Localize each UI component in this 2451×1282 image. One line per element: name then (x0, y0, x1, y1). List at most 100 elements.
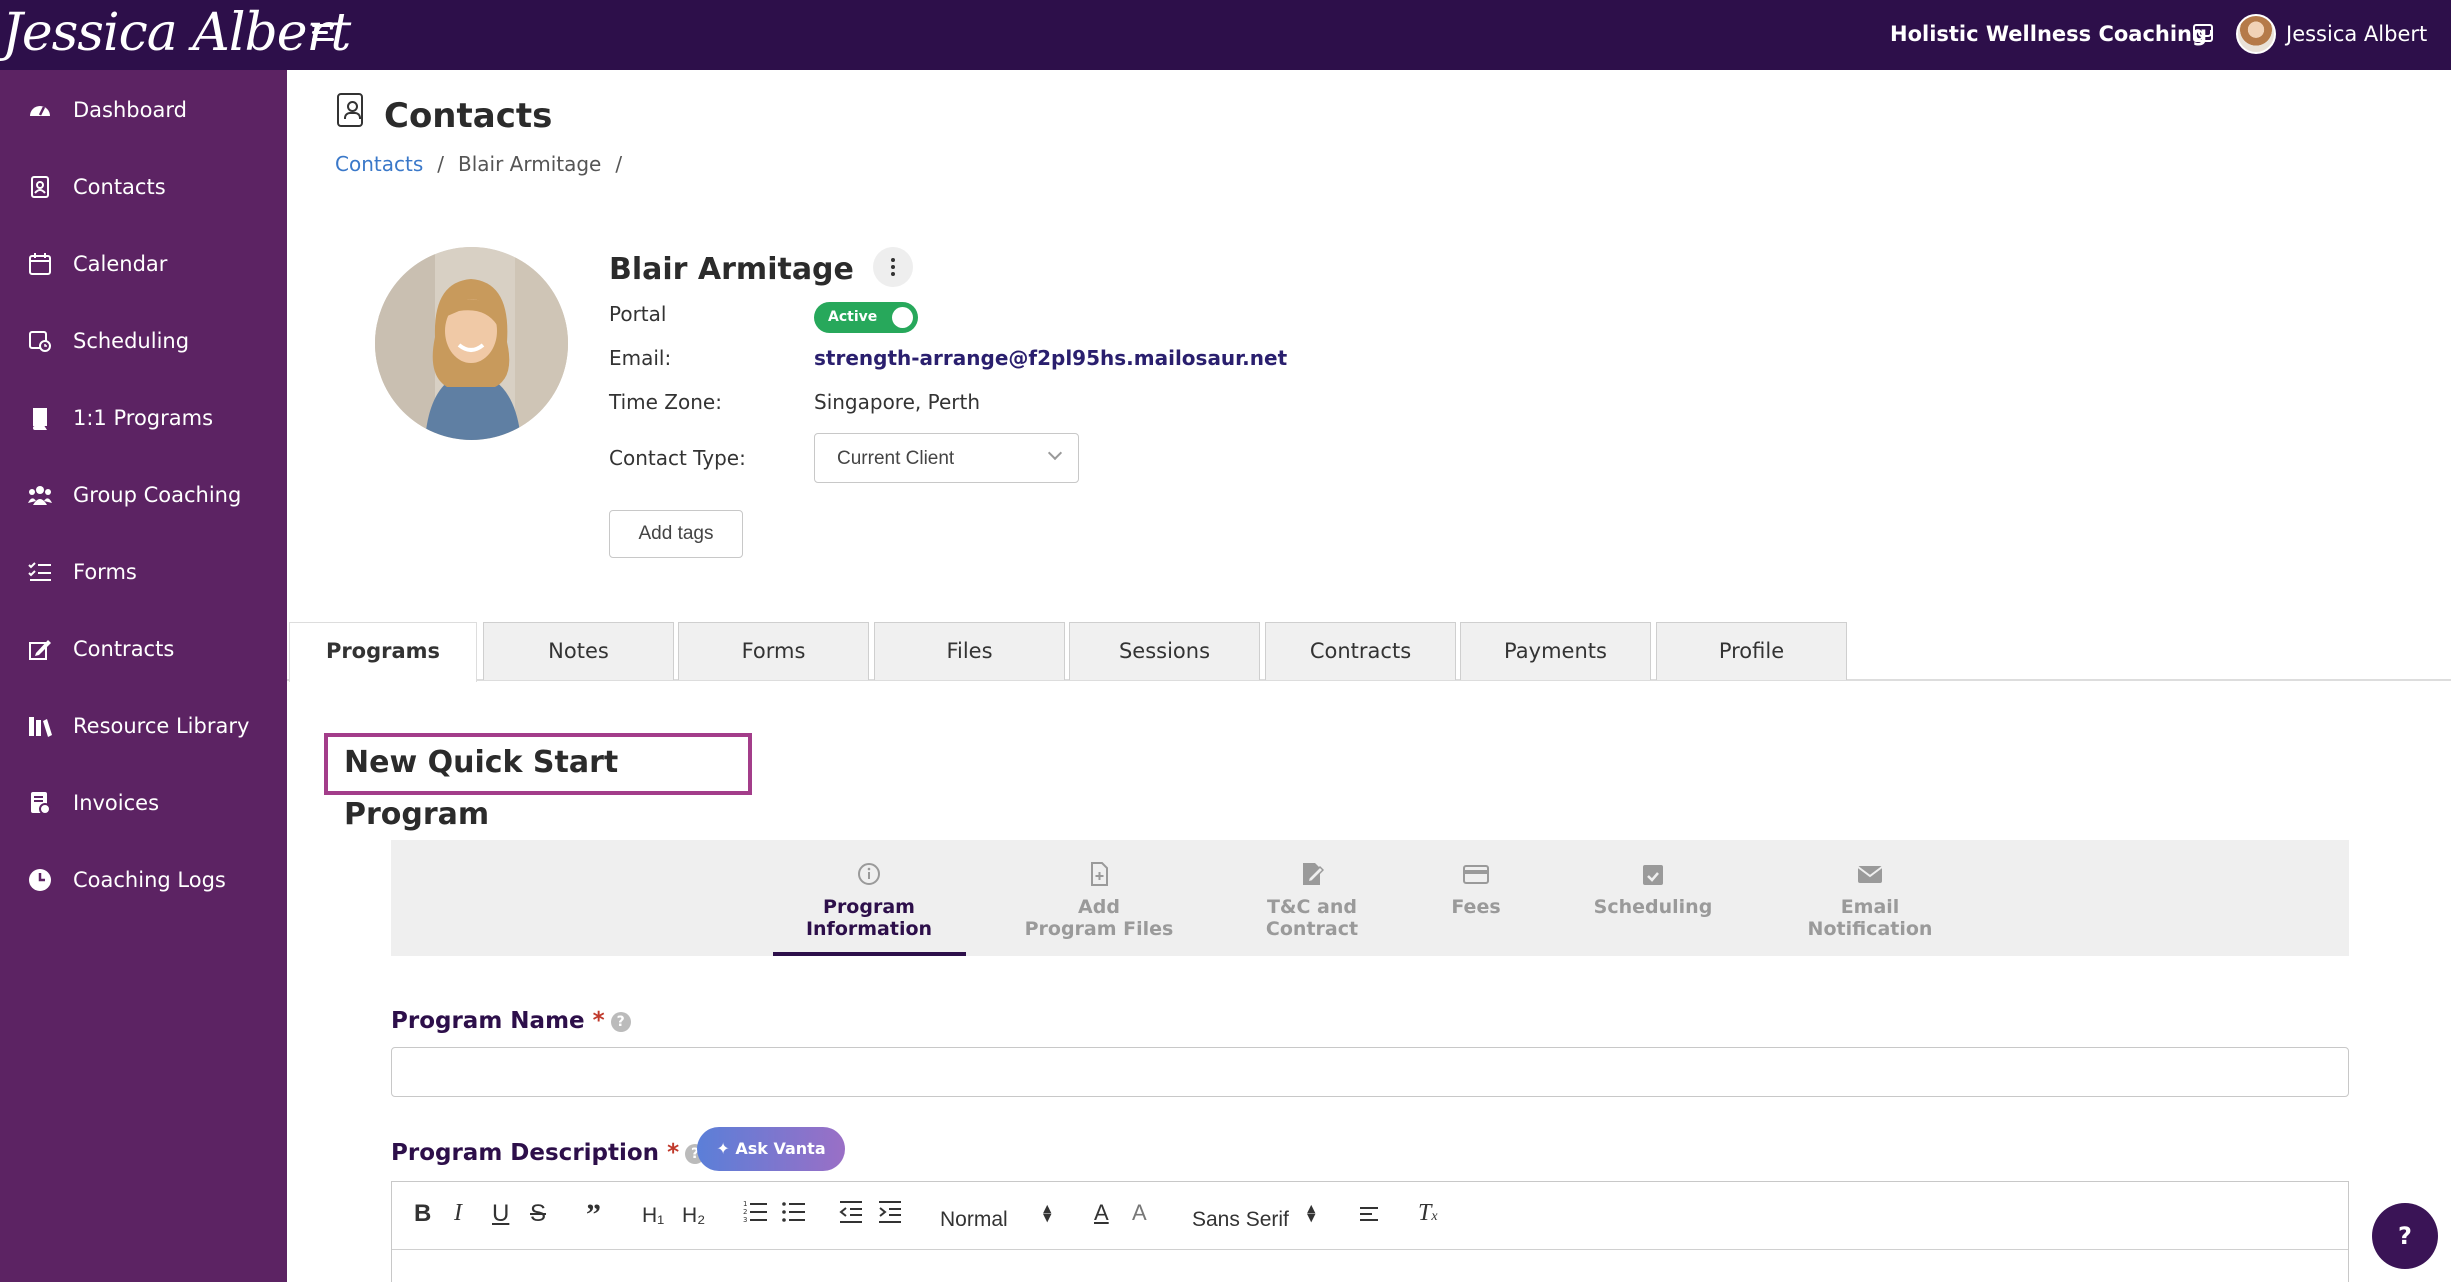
blockquote-icon[interactable]: ” (586, 1198, 601, 1232)
chevron-down-icon (1047, 445, 1063, 461)
outdent-icon[interactable] (838, 1198, 864, 1231)
ask-vanta-button[interactable]: ✦ Ask Vanta (697, 1127, 845, 1171)
email-label: Email: (609, 346, 672, 370)
svg-text:3: 3 (743, 1216, 747, 1224)
underline-icon[interactable]: U (492, 1200, 509, 1228)
heading-1-icon[interactable]: H₁ (642, 1204, 664, 1228)
scheduling-icon (28, 329, 52, 353)
tab-forms[interactable]: Forms (678, 622, 869, 680)
contract-icon (1299, 862, 1325, 886)
sidebar-item-resource-library[interactable]: Resource Library (0, 696, 287, 756)
page-title: Contacts (384, 96, 553, 136)
book-icon (28, 406, 52, 430)
step-label-line2: Notification (1807, 918, 1933, 940)
step-label-line1: Add (1078, 896, 1120, 918)
bold-icon[interactable]: B (414, 1200, 431, 1228)
font-select[interactable]: Sans Serif (1192, 1208, 1289, 1232)
sidebar-item-forms[interactable]: Forms (0, 542, 287, 602)
business-name[interactable]: Holistic Wellness Coaching (1890, 22, 2207, 46)
brand-logo[interactable]: Jessica Albert (2, 0, 351, 70)
tab-payments[interactable]: Payments (1460, 622, 1651, 680)
active-step-indicator (773, 952, 966, 956)
more-options-icon[interactable] (873, 247, 913, 287)
add-tags-button[interactable]: Add tags (609, 510, 743, 558)
breadcrumb-separator: / (437, 152, 444, 176)
step-label-line2: Information (805, 918, 933, 940)
step-label-line1: Program (823, 896, 915, 918)
step-email-notification[interactable]: Email Notification (1760, 862, 1980, 940)
program-name-input[interactable] (391, 1047, 2349, 1097)
sidebar-item-label: Invoices (73, 791, 160, 815)
checklist-icon (28, 560, 52, 584)
step-program-information[interactable]: Program Information (759, 862, 979, 940)
strikethrough-icon[interactable]: S (530, 1200, 546, 1228)
sidebar-item-label: Contracts (73, 637, 175, 661)
user-avatar[interactable] (2236, 14, 2276, 54)
background-color-icon[interactable]: A (1132, 1200, 1147, 1226)
group-icon (28, 483, 52, 507)
portal-status: Active (828, 309, 878, 325)
step-scheduling[interactable]: Scheduling (1543, 862, 1763, 918)
dashboard-icon (28, 98, 52, 122)
contact-name: Blair Armitage (609, 252, 854, 287)
store-icon[interactable] (2193, 24, 2213, 42)
italic-icon[interactable]: I (454, 1200, 462, 1227)
help-button[interactable]: ? (2372, 1203, 2438, 1269)
tab-files[interactable]: Files (874, 622, 1065, 680)
tab-profile[interactable]: Profile (1656, 622, 1847, 680)
sidebar-item-group-coaching[interactable]: Group Coaching (0, 465, 287, 525)
step-label-line2: Program Files (1024, 918, 1174, 940)
program-description-label: Program Description *? (391, 1140, 706, 1166)
clear-formatting-icon[interactable]: Tx (1418, 1200, 1438, 1227)
sidebar-item-scheduling[interactable]: Scheduling (0, 311, 287, 371)
help-icon[interactable]: ? (610, 1012, 631, 1032)
signature-icon (28, 637, 52, 661)
tab-notes[interactable]: Notes (483, 622, 674, 680)
contact-type-select[interactable]: Current Client (814, 433, 1079, 483)
contacts-page-icon (337, 93, 363, 127)
heading-select[interactable]: Normal (940, 1208, 1008, 1232)
bullet-list-icon[interactable] (781, 1198, 807, 1231)
svg-text:1: 1 (743, 1200, 747, 1208)
sidebar-item-calendar[interactable]: Calendar (0, 234, 287, 294)
align-icon[interactable] (1358, 1202, 1380, 1233)
sidebar-item-coaching-logs[interactable]: Coaching Logs (0, 850, 287, 910)
sidebar-item-contracts[interactable]: Contracts (0, 619, 287, 679)
text-color-icon[interactable]: A (1094, 1200, 1109, 1226)
tab-programs[interactable]: Programs (289, 622, 477, 682)
sidebar-item-1-1-programs[interactable]: 1:1 Programs (0, 388, 287, 448)
editor-toolbar: B I U S ” H₁ H₂ 123 Normal ▲ ▼ A A Sans S… (392, 1182, 2348, 1250)
step-label-line1: T&C and (1266, 896, 1358, 918)
step-label-line1: Fees (1451, 896, 1501, 918)
breadcrumb-separator: / (615, 152, 623, 176)
contact-email[interactable]: strength-arrange@f2pl95hs.mailosaur.net (814, 346, 1287, 370)
portal-toggle[interactable]: Active (814, 302, 918, 333)
description-editor[interactable]: B I U S ” H₁ H₂ 123 Normal ▲ ▼ A A Sans S… (391, 1181, 2349, 1282)
toggle-knob (892, 307, 913, 328)
envelope-icon (1857, 862, 1883, 886)
library-icon (28, 714, 52, 738)
breadcrumb-contacts-link[interactable]: Contacts (335, 152, 423, 176)
ordered-list-icon[interactable]: 123 (743, 1198, 769, 1231)
info-icon (856, 862, 882, 886)
breadcrumb: Contacts / Blair Armitage / (335, 152, 636, 176)
tab-sessions[interactable]: Sessions (1069, 622, 1260, 680)
heading-2-icon[interactable]: H₂ (682, 1204, 705, 1228)
step-add-program-files[interactable]: Add Program Files (989, 862, 1209, 940)
ask-vanta-label: Ask Vanta (735, 1139, 826, 1158)
contact-photo (375, 247, 568, 440)
contact-timezone: Singapore, Perth (814, 390, 981, 414)
credit-card-icon (1463, 862, 1489, 886)
indent-icon[interactable] (877, 1198, 903, 1231)
sparkle-icon: ✦ (716, 1139, 736, 1158)
contact-type-label: Contact Type: (609, 446, 746, 470)
sidebar-item-label: Forms (73, 560, 137, 584)
user-name[interactable]: Jessica Albert (2286, 22, 2427, 46)
sidebar-item-contacts[interactable]: Contacts (0, 157, 287, 217)
tab-contracts[interactable]: Contracts (1265, 622, 1456, 680)
menu-toggle-icon[interactable] (312, 24, 334, 46)
sidebar-item-label: 1:1 Programs (73, 406, 214, 430)
sidebar-item-dashboard[interactable]: Dashboard (0, 80, 287, 140)
sidebar: Dashboard Contacts Calendar Scheduling 1… (0, 70, 287, 1282)
sidebar-item-invoices[interactable]: Invoices (0, 773, 287, 833)
